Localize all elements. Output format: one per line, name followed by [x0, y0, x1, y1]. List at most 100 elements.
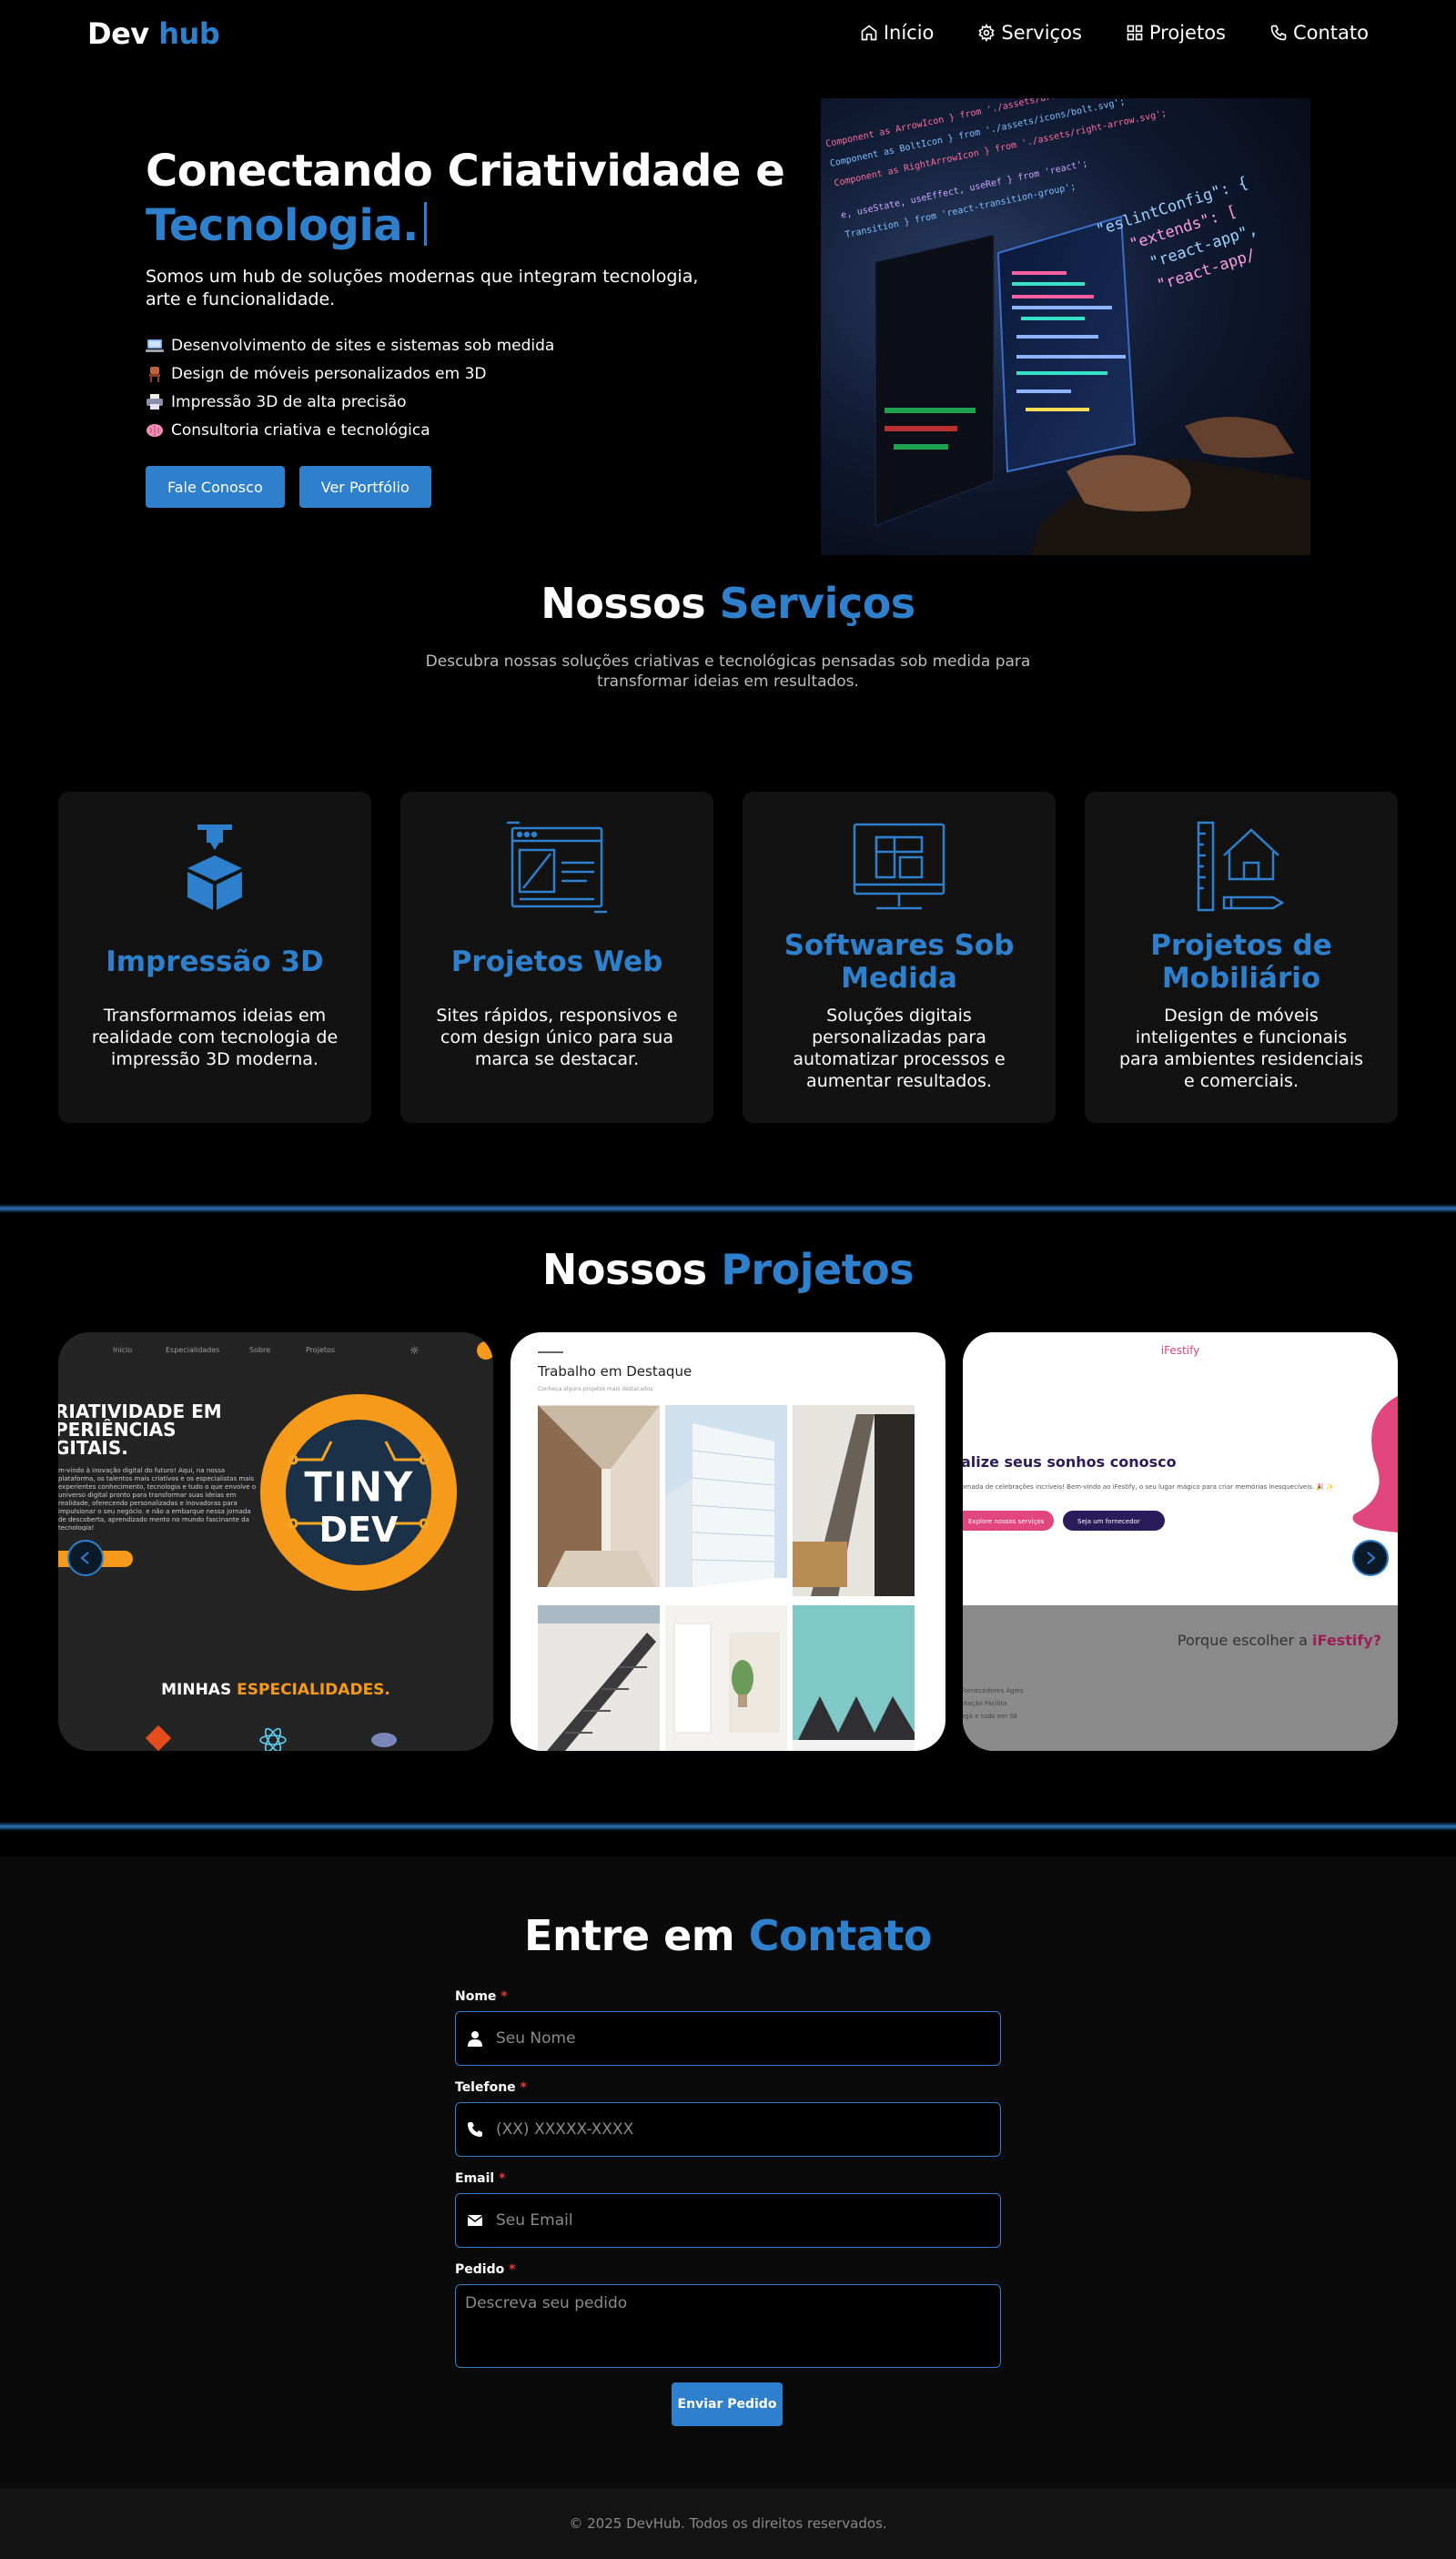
projects-carousel: Início Especialidades Sobre Projetos ☼ R… [58, 1332, 1398, 1751]
section-divider-glow [0, 1204, 1456, 1213]
required-mark: * [500, 1989, 508, 2004]
slide2-heading: Trabalho em Destaque [537, 1363, 692, 1380]
phone-label: Telefone * [455, 2080, 527, 2095]
projects-title-second: Projetos [721, 1245, 915, 1294]
phone-icon [468, 2122, 482, 2137]
email-input[interactable] [456, 2194, 1000, 2247]
web-layout-icon [507, 821, 607, 914]
service-card-3d-printing[interactable]: Impressão 3D Transformamos ideias em rea… [58, 792, 371, 1123]
monitor-software-icon [853, 823, 945, 910]
project-slide-portfolio[interactable]: Trabalho em Destaque Conheça alguns proj… [511, 1332, 945, 1751]
order-textarea[interactable] [456, 2285, 1000, 2367]
house-ruler-icon [1197, 821, 1285, 912]
ifestify-list-item: ntação Fácilita [963, 1700, 1007, 1707]
ifestify-list-item: Fornecedores Ágeis [963, 1686, 1024, 1694]
slide-nav-item: Projetos [306, 1346, 335, 1354]
card-title: Projetos Web [450, 946, 663, 978]
ifestify-list-item: ega e tudo em SE [963, 1713, 1017, 1720]
services-title: Nossos Serviços [0, 579, 1456, 628]
user-icon [468, 2031, 482, 2047]
nav-link-contato[interactable]: Contato [1269, 22, 1369, 44]
submit-order-button[interactable]: Enviar Pedido [672, 2382, 783, 2426]
computer-emoji-icon [146, 338, 164, 354]
card-description: Sites rápidos, responsivos e com design … [436, 1006, 678, 1069]
php-icon [371, 1733, 397, 1747]
required-mark: * [509, 2262, 516, 2277]
slide-body-text: m-vindo à inovação digital do futuro! Aq… [58, 1467, 257, 1531]
slide-nav-item: Especialidades [166, 1346, 219, 1354]
ifestify-brand: iFestify [1161, 1344, 1199, 1357]
project-slide-ifestify[interactable]: iFestify alize seus sonhos conosco ornad… [963, 1332, 1398, 1751]
order-label: Pedido * [455, 2262, 516, 2277]
logo-dev: Dev [87, 16, 149, 51]
slide-heading-line: GITAIS. [58, 1437, 128, 1459]
email-field-wrap [455, 2193, 1001, 2248]
card-icon-wrap [1085, 819, 1398, 917]
chair-emoji-icon [146, 366, 164, 382]
chevron-right-icon [1367, 1552, 1376, 1564]
service-card-web[interactable]: Projetos Web Sites rápidos, responsivos … [400, 792, 713, 1123]
required-mark: * [520, 2080, 527, 2095]
become-supplier-label: Seja um fornecedor [1077, 1518, 1140, 1525]
feature-text: Impressão 3D de alta precisão [171, 392, 407, 411]
ifestify-heading: alize seus sonhos conosco [963, 1453, 1177, 1471]
contact-us-button[interactable]: Fale Conosco [146, 466, 285, 508]
git-icon [145, 1725, 172, 1751]
service-card-software[interactable]: Softwares Sob Medida Soluções digitais p… [743, 792, 1056, 1123]
tinydev-logo-bottom: DEV [319, 1510, 399, 1550]
feature-item: Desenvolvimento de sites e sistemas sob … [146, 331, 554, 359]
phone-field-wrap [455, 2102, 1001, 2157]
card-description: Design de móveis inteligentes e funciona… [1118, 1006, 1364, 1091]
logo-hub: hub [158, 16, 220, 51]
phone-icon [1270, 25, 1287, 41]
name-input[interactable] [456, 2012, 1000, 2065]
gallery-thumb [793, 1605, 915, 1751]
slide-nav-item: Início [113, 1346, 132, 1354]
carousel-next-button[interactable] [1352, 1540, 1389, 1576]
contact-title-first: Entre em [524, 1911, 735, 1960]
hero-title: Conectando Criatividade e Tecnologia. [146, 144, 801, 253]
nav-link-label: Início [883, 22, 935, 44]
explore-services-label: Explore nossos serviços [968, 1518, 1045, 1525]
printer-emoji-icon [146, 393, 164, 410]
feature-text: Consultoria criativa e tecnológica [171, 420, 430, 440]
hero-image: Component as ArrowIcon } from './assets/… [821, 98, 1310, 555]
view-portfolio-button[interactable]: Ver Portfólio [298, 466, 431, 508]
nav-link-label: Serviços [1001, 22, 1082, 44]
feature-item: Impressão 3D de alta precisão [146, 388, 554, 416]
gallery-thumb [665, 1405, 787, 1587]
projects-title: Nossos Projetos [0, 1245, 1456, 1294]
services-title-first: Nossos [541, 579, 706, 628]
card-title: Softwares Sob Medida [784, 929, 1015, 995]
phone-input[interactable] [456, 2103, 1000, 2156]
nav-link-projetos[interactable]: Projetos [1126, 22, 1226, 44]
chevron-left-icon [80, 1552, 89, 1564]
nav-link-label: Contato [1292, 22, 1369, 44]
gallery-thumb [793, 1405, 915, 1596]
hero-subtitle: Somos um hub de soluções modernas que in… [146, 267, 699, 309]
projects-title-first: Nossos [541, 1245, 707, 1294]
services-cards: Impressão 3D Transformamos ideias em rea… [58, 792, 1398, 1123]
project-slide-tinydev[interactable]: Início Especialidades Sobre Projetos ☼ R… [58, 1332, 493, 1751]
gear-icon [978, 24, 996, 42]
carousel-prev-button[interactable] [67, 1540, 104, 1576]
email-label: Email * [455, 2171, 506, 2186]
react-icon [259, 1727, 287, 1751]
envelope-icon [467, 2215, 483, 2226]
services-title-second: Serviços [719, 579, 916, 628]
nav-link-servicos[interactable]: Serviços [977, 22, 1082, 44]
card-description: Soluções digitais personalizadas para au… [793, 1006, 1006, 1091]
tinydev-logo-top: TINY [304, 1462, 414, 1512]
logo[interactable]: Dev hub [87, 16, 220, 51]
hero-title-line2: Tecnologia. [146, 200, 419, 251]
name-field-wrap [455, 2011, 1001, 2066]
feature-item: Design de móveis personalizados em 3D [146, 359, 554, 388]
services-subtitle: Descubra nossas soluções criativas e tec… [425, 652, 1031, 691]
typing-caret [423, 202, 427, 246]
nav-links: Início Serviços Projetos Contato [860, 22, 1369, 44]
card-title: Projetos de Mobiliário [1150, 929, 1332, 995]
feature-text: Desenvolvimento de sites e sistemas sob … [171, 336, 555, 355]
card-title: Impressão 3D [106, 946, 324, 978]
nav-link-inicio[interactable]: Início [860, 22, 935, 44]
service-card-furniture[interactable]: Projetos de Mobiliário Design de móveis … [1085, 792, 1398, 1123]
